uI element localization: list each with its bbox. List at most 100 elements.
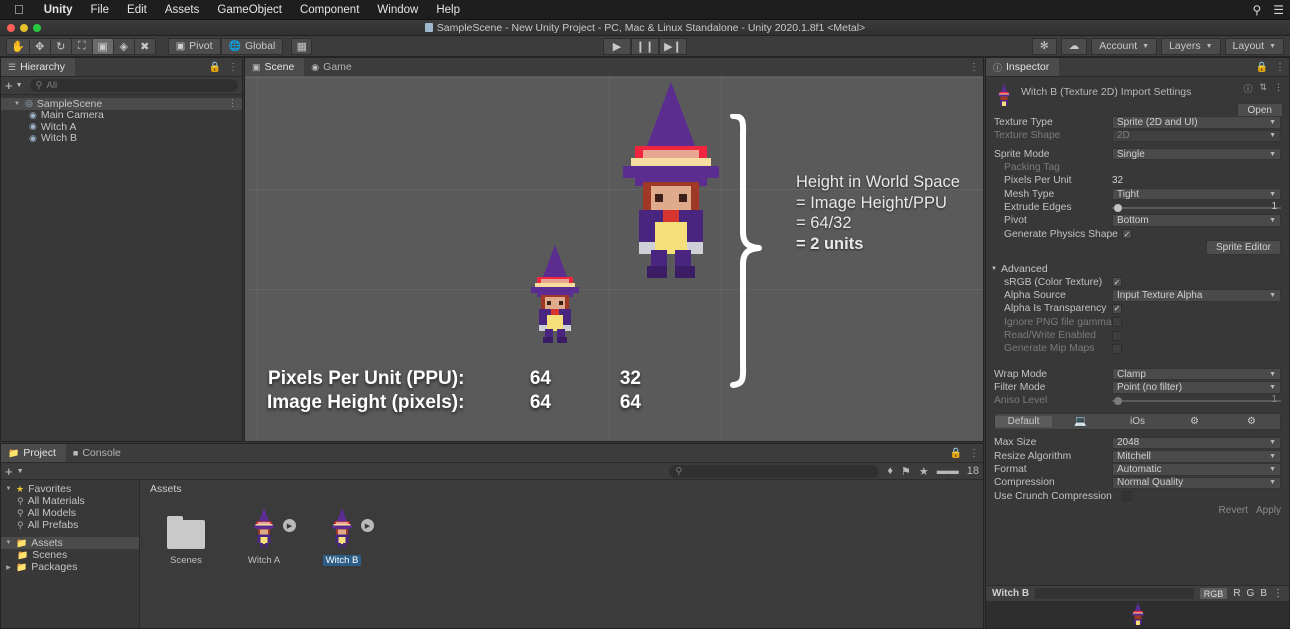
chevron-right-icon[interactable]: ▶ <box>5 564 12 571</box>
layout-dropdown[interactable]: Layout ▼ <box>1224 37 1284 55</box>
lock-icon[interactable]: 🔒 <box>1256 62 1268 73</box>
cloud-icon[interactable]: ☁ <box>1060 37 1088 55</box>
custom-tool-icon[interactable]: ✖ <box>134 37 156 55</box>
slider-knob[interactable] <box>1114 203 1122 212</box>
extrude-edges-slider[interactable]: 1 <box>1112 201 1281 213</box>
transform-tool-icon[interactable]: ◈ <box>113 37 135 55</box>
row-pixels-per-unit[interactable]: Pixels Per Unit 32 <box>986 174 1289 187</box>
tree-item-all-prefabs[interactable]: ⚲ All Prefabs <box>1 519 139 531</box>
hierarchy-search-input[interactable]: ⚲ All <box>29 79 238 92</box>
more-options-icon[interactable]: ⋮ <box>228 62 238 73</box>
sprite-editor-button[interactable]: Sprite Editor <box>1205 239 1281 255</box>
menu-unity[interactable]: Unity <box>35 0 82 20</box>
scene-canvas[interactable]: Height in World Space = Image Height/PPU… <box>245 76 983 441</box>
menu-assets[interactable]: Assets <box>156 0 209 20</box>
menu-edit[interactable]: Edit <box>118 0 156 20</box>
row-field[interactable]: Tight ▼ <box>1112 187 1281 201</box>
more-options-icon[interactable]: ⋮ <box>1275 62 1285 73</box>
chevron-down-icon[interactable]: ▼ <box>5 486 12 492</box>
row-max-size[interactable]: Max Size 2048 ▼ <box>986 436 1289 450</box>
row-field[interactable]: Automatic ▼ <box>1112 463 1281 476</box>
row-compression[interactable]: Compression Normal Quality ▼ <box>986 476 1289 490</box>
row-field[interactable]: Point (no filter) ▼ <box>1112 381 1281 394</box>
apply-button[interactable]: Apply <box>1256 505 1281 516</box>
filter-by-label-icon[interactable]: ⚑ <box>901 465 911 478</box>
search-icon[interactable]: ⚲ <box>1252 3 1261 17</box>
row-use-crunch-compression[interactable]: Use Crunch Compression <box>986 490 1289 503</box>
tree-item-scenes[interactable]: 📁 Scenes <box>1 549 139 561</box>
row-mesh-type[interactable]: Mesh Type Tight ▼ <box>986 187 1289 201</box>
channel-rgb-toggle[interactable]: RGB <box>1199 588 1228 599</box>
favorites-icon[interactable]: ★ <box>919 465 929 478</box>
more-options-icon[interactable]: ⋮ <box>1273 588 1283 599</box>
thumbnail-size-slider[interactable]: ▬▬ <box>937 465 959 477</box>
tree-item-assets[interactable]: ▼ 📁 Assets <box>1 537 139 549</box>
lock-icon[interactable]: 🔒 <box>950 448 962 459</box>
asset-item-witch-b[interactable]: ▶ Witch B <box>314 507 374 566</box>
alpha-is-transparency-checkbox[interactable]: ✓ <box>1112 303 1122 314</box>
platform-tab-standalone[interactable]: 💻 <box>1052 416 1109 427</box>
scale-tool-icon[interactable]: ⛶ <box>71 37 93 55</box>
project-asset-browser[interactable]: Assets Scenes ▶ Witch A ▶ Witch B <box>140 480 983 628</box>
chevron-down-icon[interactable]: ▼ <box>13 101 21 107</box>
platform-tab-ios[interactable]: iOs <box>1109 416 1166 427</box>
sprite-mode-dropdown[interactable]: Single ▼ <box>1112 147 1281 161</box>
move-tool-icon[interactable]: ✥ <box>29 37 51 55</box>
preview-play-icon[interactable]: ▶ <box>361 519 374 532</box>
tab-console[interactable]: ■ Console <box>66 444 131 462</box>
compression-dropdown[interactable]: Normal Quality ▼ <box>1112 476 1281 490</box>
row-field[interactable]: Bottom ▼ <box>1112 214 1281 227</box>
use-crunch-compression-checkbox[interactable] <box>1122 491 1132 502</box>
channel-r-toggle[interactable]: R <box>1233 588 1240 599</box>
create-asset-button[interactable]: + <box>5 465 13 478</box>
tab-game[interactable]: ◉ Game <box>304 58 361 76</box>
chevron-down-icon[interactable]: ▼ <box>17 468 24 475</box>
row-filter-mode[interactable]: Filter Mode Point (no filter) ▼ <box>986 381 1289 394</box>
menu-file[interactable]: File <box>82 0 119 20</box>
add-gameobject-button[interactable]: + <box>5 79 13 92</box>
srgb-checkbox[interactable]: ✓ <box>1112 277 1122 288</box>
hand-tool-icon[interactable]: ✋ <box>6 37 30 55</box>
menu-component[interactable]: Component <box>291 0 368 20</box>
row-generate-physics-shape[interactable]: Generate Physics Shape ✓ <box>986 227 1289 240</box>
tree-item-all-models[interactable]: ⚲ All Models <box>1 507 139 519</box>
row-pivot[interactable]: Pivot Bottom ▼ <box>986 214 1289 227</box>
row-texture-type[interactable]: Texture Type Sprite (2D and UI) ▼ <box>986 116 1289 129</box>
tree-item-packages[interactable]: ▶ 📁 Packages <box>1 561 139 573</box>
row-sprite-mode[interactable]: Sprite Mode Single ▼ <box>986 147 1289 161</box>
hierarchy-item-main-camera[interactable]: ◉ Main Camera <box>1 109 242 121</box>
control-center-icon[interactable]: ☰ <box>1273 3 1284 17</box>
row-field[interactable]: Normal Quality ▼ <box>1112 476 1281 490</box>
mesh-type-dropdown[interactable]: Tight ▼ <box>1112 187 1281 201</box>
preset-icon[interactable]: ⇅ <box>1259 82 1267 95</box>
row-resize-algorithm[interactable]: Resize Algorithm Mitchell ▼ <box>986 450 1289 463</box>
tab-project[interactable]: 📁 Project <box>1 444 66 462</box>
pause-button[interactable]: ❙❙ <box>631 37 659 55</box>
lock-icon[interactable]: 🔒 <box>209 62 221 73</box>
help-icon[interactable]: ⓘ <box>1243 82 1252 95</box>
preview-scrub-bar[interactable] <box>1035 588 1194 599</box>
row-wrap-mode[interactable]: Wrap Mode Clamp ▼ <box>986 367 1289 381</box>
menu-gameobject[interactable]: GameObject <box>208 0 291 20</box>
tree-item-favorites[interactable]: ▼ ★ Favorites <box>1 483 139 495</box>
more-options-icon[interactable]: ⋮ <box>969 62 979 73</box>
row-alpha-source[interactable]: Alpha Source Input Texture Alpha ▼ <box>986 289 1289 302</box>
advanced-section-header[interactable]: ▼ Advanced <box>986 262 1289 276</box>
step-button[interactable]: ▶❙ <box>659 37 687 55</box>
collab-icon[interactable]: ✻ <box>1031 37 1057 55</box>
tab-scene[interactable]: ▣ Scene <box>245 58 305 76</box>
row-srgb[interactable]: sRGB (Color Texture) ✓ <box>986 276 1289 289</box>
row-field[interactable]: Mitchell ▼ <box>1112 450 1281 463</box>
account-dropdown[interactable]: Account ▼ <box>1091 37 1158 55</box>
pivot-toggle[interactable]: ▣ Pivot <box>167 37 221 55</box>
filter-mode-dropdown[interactable]: Point (no filter) ▼ <box>1112 381 1281 394</box>
global-toggle[interactable]: 🌐 Global <box>220 37 284 55</box>
resize-algorithm-dropdown[interactable]: Mitchell ▼ <box>1112 450 1281 463</box>
row-field[interactable]: Clamp ▼ <box>1112 367 1281 381</box>
generate-physics-shape-checkbox[interactable]: ✓ <box>1122 229 1132 240</box>
rect-tool-icon[interactable]: ▣ <box>92 37 114 55</box>
preview-play-icon[interactable]: ▶ <box>283 519 296 532</box>
row-field[interactable]: Sprite (2D and UI) ▼ <box>1112 116 1281 129</box>
tab-hierarchy[interactable]: ☰ Hierarchy <box>1 58 76 76</box>
row-field[interactable]: 32 <box>1112 175 1281 186</box>
